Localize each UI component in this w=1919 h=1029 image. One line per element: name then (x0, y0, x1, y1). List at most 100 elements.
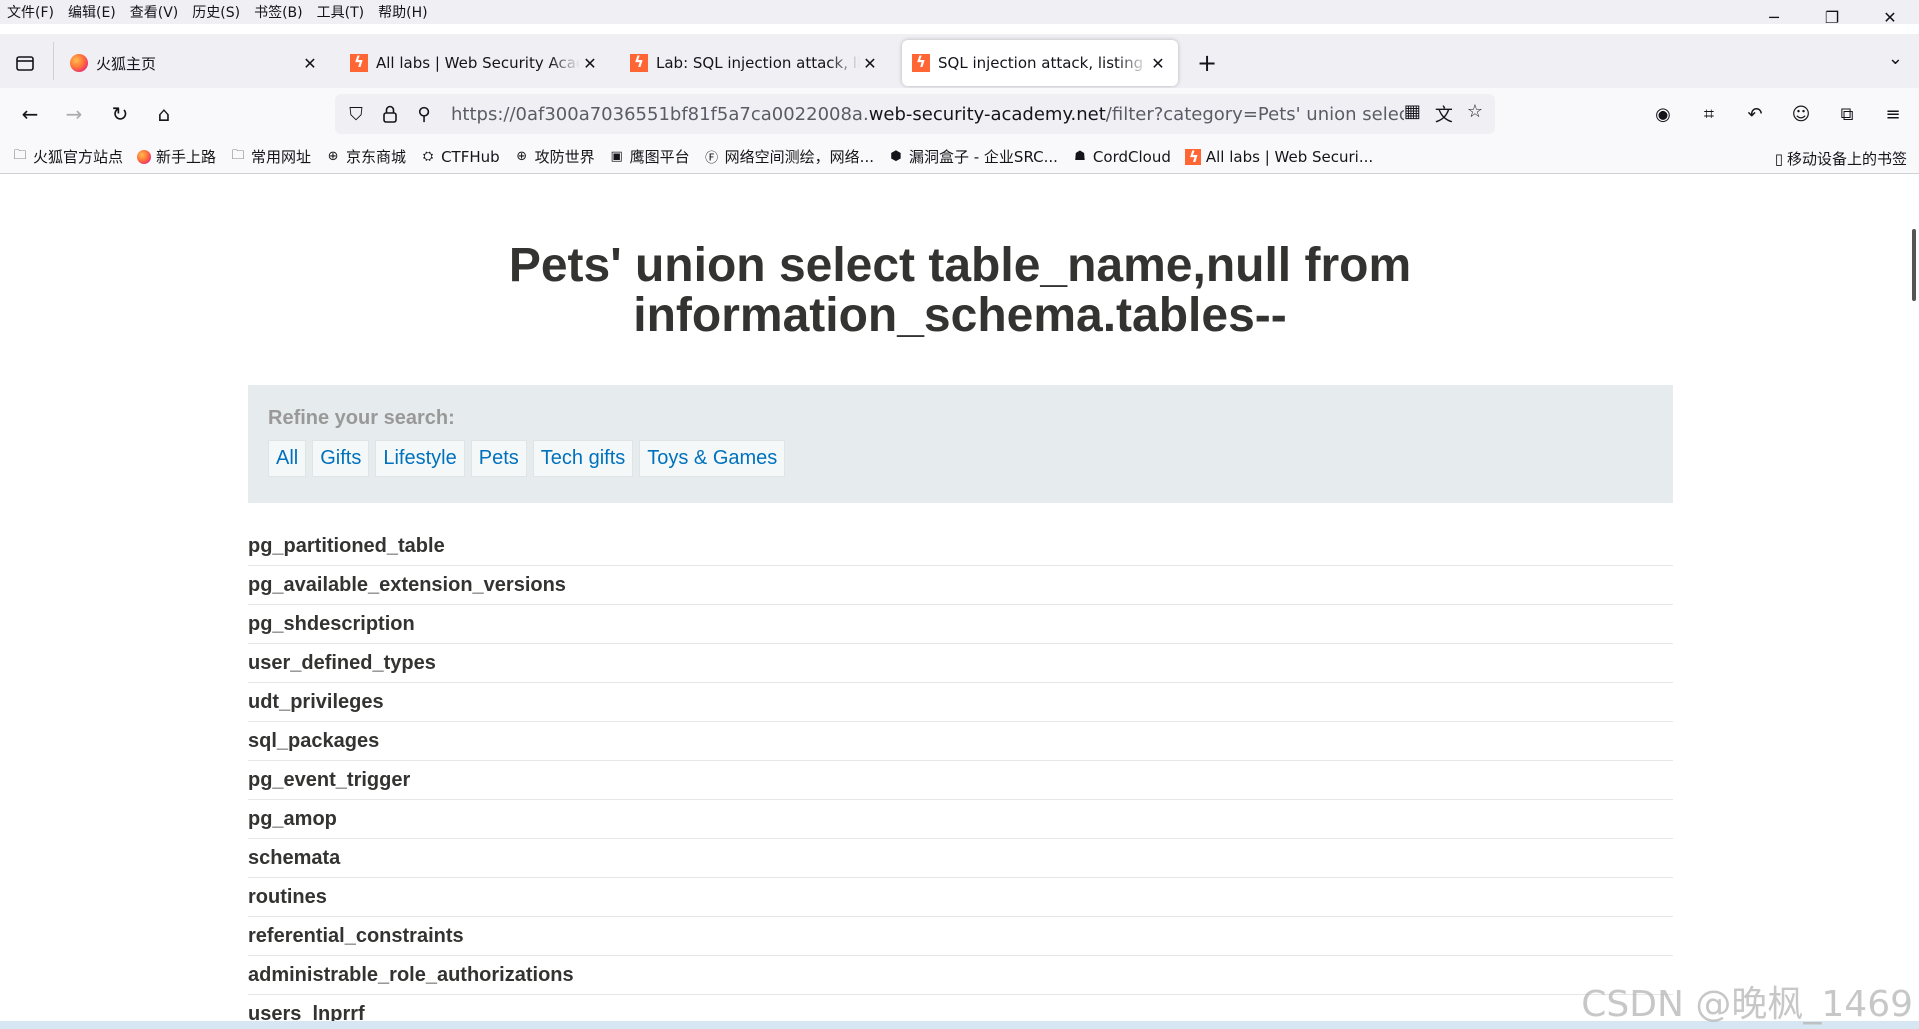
menu-icon[interactable]: ≡ (1877, 98, 1909, 130)
bookmark-label: 京东商城 (346, 148, 407, 166)
mobile-bookmarks-label: 移动设备上的书签 (1786, 150, 1907, 168)
menu-item[interactable]: 历史(S) (185, 2, 247, 22)
bookmark-item[interactable]: ▣ 鹰图平台 (609, 146, 690, 167)
shield-icon[interactable]: ⛉ (339, 104, 373, 125)
cordcloud-icon: ☗ (1074, 149, 1086, 164)
filter-link[interactable]: Gifts (312, 440, 370, 477)
bookmark-item[interactable]: 🗀 常用网址 (230, 146, 312, 167)
undo-icon[interactable]: ↶ (1739, 98, 1771, 130)
mobile-bookmarks[interactable]: ▯ 移动设备上的书签 (1775, 148, 1907, 169)
folder-icon: 🗀 (231, 147, 245, 163)
tab-close-icon[interactable]: ✕ (580, 54, 600, 73)
menu-item[interactable]: 帮助(H) (371, 2, 434, 22)
screenshot-icon[interactable]: ⌗ (1693, 98, 1725, 130)
bookmark-item[interactable]: All labs | Web Securi... (1184, 147, 1374, 166)
account-icon[interactable]: ◉ (1647, 98, 1679, 130)
table-row: pg_event_trigger (248, 761, 1673, 800)
translate-icon[interactable]: 文 (1435, 101, 1453, 127)
menu-item[interactable]: 查看(V) (123, 2, 186, 22)
bookmark-label: CordCloud (1092, 147, 1171, 166)
table-row: sql_packages (248, 722, 1673, 761)
tab-title: 火狐主页 (96, 54, 157, 73)
watermark: CSDN @晚枫_1469 (1581, 984, 1913, 1025)
reload-icon[interactable]: ↻ (104, 98, 136, 130)
tab-separator (53, 42, 54, 80)
bookmark-item[interactable]: ⊕ 京东商城 (325, 146, 406, 167)
menu-item[interactable]: 书签(B) (247, 2, 310, 22)
page-title-line2: information_schema.tables-- (633, 289, 1287, 342)
url-text[interactable]: https://0af300a7036551bf81f5a7ca0022008a… (451, 104, 1404, 125)
filter-link[interactable]: Lifestyle (375, 440, 465, 477)
tab-close-icon[interactable]: ✕ (1148, 54, 1168, 73)
table-row: udt_privileges (248, 683, 1673, 722)
phone-icon: ▯ (1774, 149, 1783, 168)
bookmark-label: 火狐官方站点 (33, 148, 124, 166)
back-icon[interactable]: ← (14, 98, 46, 130)
menu-item[interactable]: 工具(T) (310, 2, 371, 22)
bookmark-item[interactable]: ⊕ 攻防世界 (514, 146, 595, 167)
tab-all-labs[interactable]: All labs | Web Security Academy ✕ (340, 40, 610, 86)
forward-icon[interactable]: → (58, 98, 90, 130)
restore-icon[interactable]: ❐ (1803, 0, 1861, 34)
lock-icon[interactable] (373, 105, 407, 123)
menu-item[interactable]: 编辑(E) (61, 2, 123, 22)
bookmark-label: 网络空间测绘，网络... (724, 148, 874, 166)
chevron-down-icon[interactable]: ⌄ (1888, 48, 1903, 69)
filter-link[interactable]: Toys & Games (639, 440, 786, 477)
table-row: administrable_role_authorizations (248, 956, 1673, 995)
fofa-icon: Ⓕ (705, 151, 719, 166)
extension-avatar-icon[interactable]: ☺ (1785, 98, 1817, 130)
tab-list-icon[interactable] (10, 48, 40, 78)
site-logo (250, 175, 278, 227)
scrollbar[interactable] (1907, 175, 1919, 1021)
page-title-line1: Pets' union select table_name,null from (508, 239, 1412, 292)
tab-home[interactable]: 火狐主页 ✕ (60, 40, 330, 86)
menu-bar: 文件(F) 编辑(E) 查看(V) 历史(S) 书签(B) 工具(T) 帮助(H) (0, 0, 1919, 24)
tab-close-icon[interactable]: ✕ (860, 54, 880, 73)
home-icon[interactable]: ⌂ (148, 98, 180, 130)
bookmark-star-icon[interactable]: ☆ (1467, 101, 1483, 127)
tab-title: SQL injection attack, listing the databa… (938, 54, 1148, 72)
filter-link[interactable]: Tech gifts (532, 440, 634, 477)
bookmark-item[interactable]: 🗀 火狐官方站点 (12, 146, 123, 167)
bookmark-item[interactable]: ⬢ 漏洞盒子 - 企业SRC... (888, 146, 1058, 167)
tab-title: Lab: SQL injection attack, listing the d… (656, 54, 860, 72)
close-window-icon[interactable]: ✕ (1861, 0, 1919, 34)
minimize-icon[interactable]: ─ (1745, 0, 1803, 34)
vulbox-icon: ⬢ (890, 149, 902, 164)
bookmark-label: 攻防世界 (534, 148, 595, 166)
table-row: referential_constraints (248, 917, 1673, 956)
portswigger-icon (912, 53, 930, 72)
extensions-icon[interactable]: ⧉ (1831, 98, 1863, 130)
url-bar[interactable]: ⛉ ⚲ https://0af300a7036551bf81f5a7ca0022… (335, 94, 1495, 134)
nav-bar: ← → ↻ ⌂ ⛉ ⚲ https://0af300a7036551bf81f5… (0, 88, 1919, 140)
menu-item[interactable]: 文件(F) (0, 2, 61, 22)
bookmark-label: All labs | Web Securi... (1205, 147, 1374, 166)
qr-code-icon[interactable]: ▦ (1404, 101, 1421, 127)
globe-icon: ⊕ (516, 149, 528, 164)
firefox-icon (137, 149, 152, 164)
results-table: pg_partitioned_table pg_available_extensi… (248, 527, 1673, 1021)
bookmark-item[interactable]: Ⓕ 网络空间测绘，网络... (704, 146, 874, 167)
tab-strip: 火狐主页 ✕ All labs | Web Security Academy ✕… (0, 34, 1919, 88)
table-row: pg_shdescription (248, 605, 1673, 644)
bookmark-item[interactable]: ☗ CordCloud (1072, 148, 1171, 166)
bookmark-item[interactable]: ⛭ CTFHub (420, 148, 500, 166)
scroll-thumb[interactable] (1912, 229, 1916, 301)
globe-icon: ⊕ (327, 149, 339, 164)
filter-link[interactable]: Pets (470, 440, 527, 477)
ctfhub-icon: ⛭ (422, 149, 434, 164)
firefox-icon (70, 54, 88, 72)
page-content: Pets' union select table_name,null from … (0, 175, 1919, 1021)
bookmarks-bar: 🗀 火狐官方站点 新手上路 🗀 常用网址 ⊕ 京东商城 ⛭ CTFHub ⊕ 攻防世界 ▣ 鹰图平台 Ⓕ 网… (0, 140, 1919, 174)
filter-link[interactable]: All (268, 440, 307, 477)
bookmark-label: 鹰图平台 (629, 148, 690, 166)
permissions-icon[interactable]: ⚲ (407, 104, 441, 125)
portswigger-icon (1184, 148, 1201, 166)
tab-current[interactable]: SQL injection attack, listing the databa… (902, 40, 1178, 86)
bookmark-label: 漏洞盒子 - 企业SRC... (908, 148, 1058, 166)
tab-lab[interactable]: Lab: SQL injection attack, listing the d… (620, 40, 890, 86)
tab-close-icon[interactable]: ✕ (300, 54, 320, 73)
new-tab-icon[interactable]: + (1192, 48, 1222, 78)
bookmark-item[interactable]: 新手上路 (137, 146, 216, 167)
